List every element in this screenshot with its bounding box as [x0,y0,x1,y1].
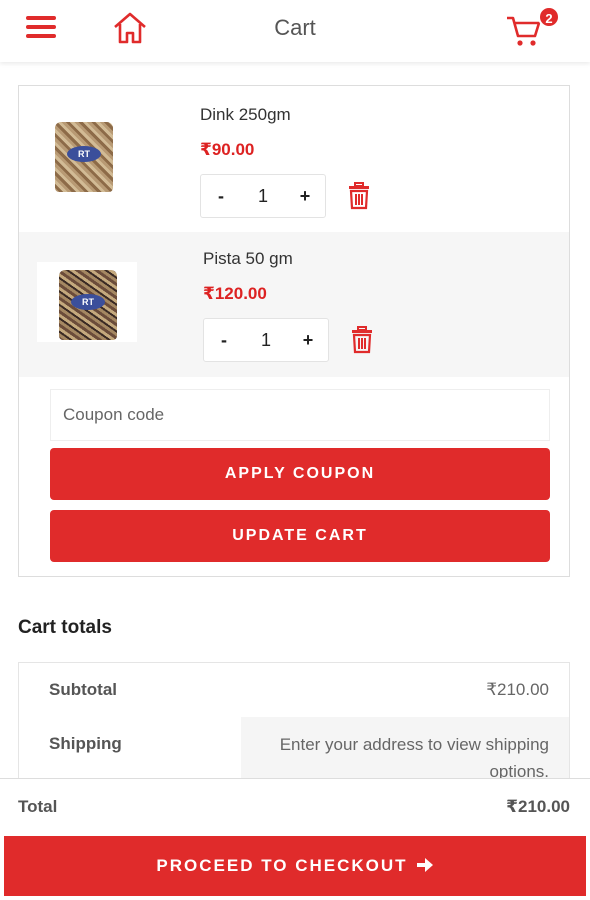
coupon-code-input[interactable] [50,389,550,441]
quantity-stepper: - 1 + [203,318,329,362]
product-brand-label: RT [67,146,101,162]
cart-totals-table: Subtotal ₹210.00 Enter your address to v… [18,662,570,793]
product-image: RT [33,114,133,194]
trash-icon[interactable] [346,182,372,210]
quantity-value[interactable]: 1 [249,319,283,361]
top-app-bar: Cart 2 [0,0,590,62]
apply-coupon-button[interactable]: APPLY COUPON [50,448,550,500]
update-cart-button[interactable]: UPDATE CART [50,510,550,562]
quantity-stepper: - 1 + [200,174,326,218]
total-bar: Total ₹210.00 [0,778,590,834]
cart-item: RT Dink 250gm ₹90.00 - 1 + [19,86,569,231]
shopping-cart-button[interactable]: 2 [503,6,563,50]
total-value: ₹210.00 [506,797,570,816]
total-label: Total [18,797,58,816]
cart-totals-heading: Cart totals [18,617,112,638]
decrease-quantity-button[interactable]: - [210,319,238,361]
shipping-text: Enter your address to view shipping opti… [279,735,549,781]
product-name[interactable]: Pista 50 gm [203,249,293,269]
trash-icon[interactable] [349,326,375,354]
product-price: ₹120.00 [203,284,267,303]
product-name[interactable]: Dink 250gm [200,105,291,125]
increase-quantity-button[interactable]: + [291,175,319,217]
cart-count-badge: 2 [538,6,560,28]
decrease-quantity-button[interactable]: - [207,175,235,217]
increase-quantity-button[interactable]: + [294,319,322,361]
quantity-value[interactable]: 1 [246,175,280,217]
cart-items-panel: RT Dink 250gm ₹90.00 - 1 + RT Pista 50 g… [18,85,570,577]
product-price: ₹90.00 [200,140,255,159]
product-image: RT [37,262,137,342]
cart-item: RT Pista 50 gm ₹120.00 - 1 + [19,232,569,377]
arrow-right-icon [416,858,433,873]
product-brand-label: RT [71,294,105,310]
checkout-label: PROCEED TO CHECKOUT [156,856,408,875]
page-title: Cart [274,15,316,40]
shipping-label: Shipping [49,734,122,753]
subtotal-label: Subtotal [49,680,117,699]
proceed-to-checkout-button[interactable]: PROCEED TO CHECKOUT [4,836,586,896]
subtotal-value: ₹210.00 [486,680,549,699]
